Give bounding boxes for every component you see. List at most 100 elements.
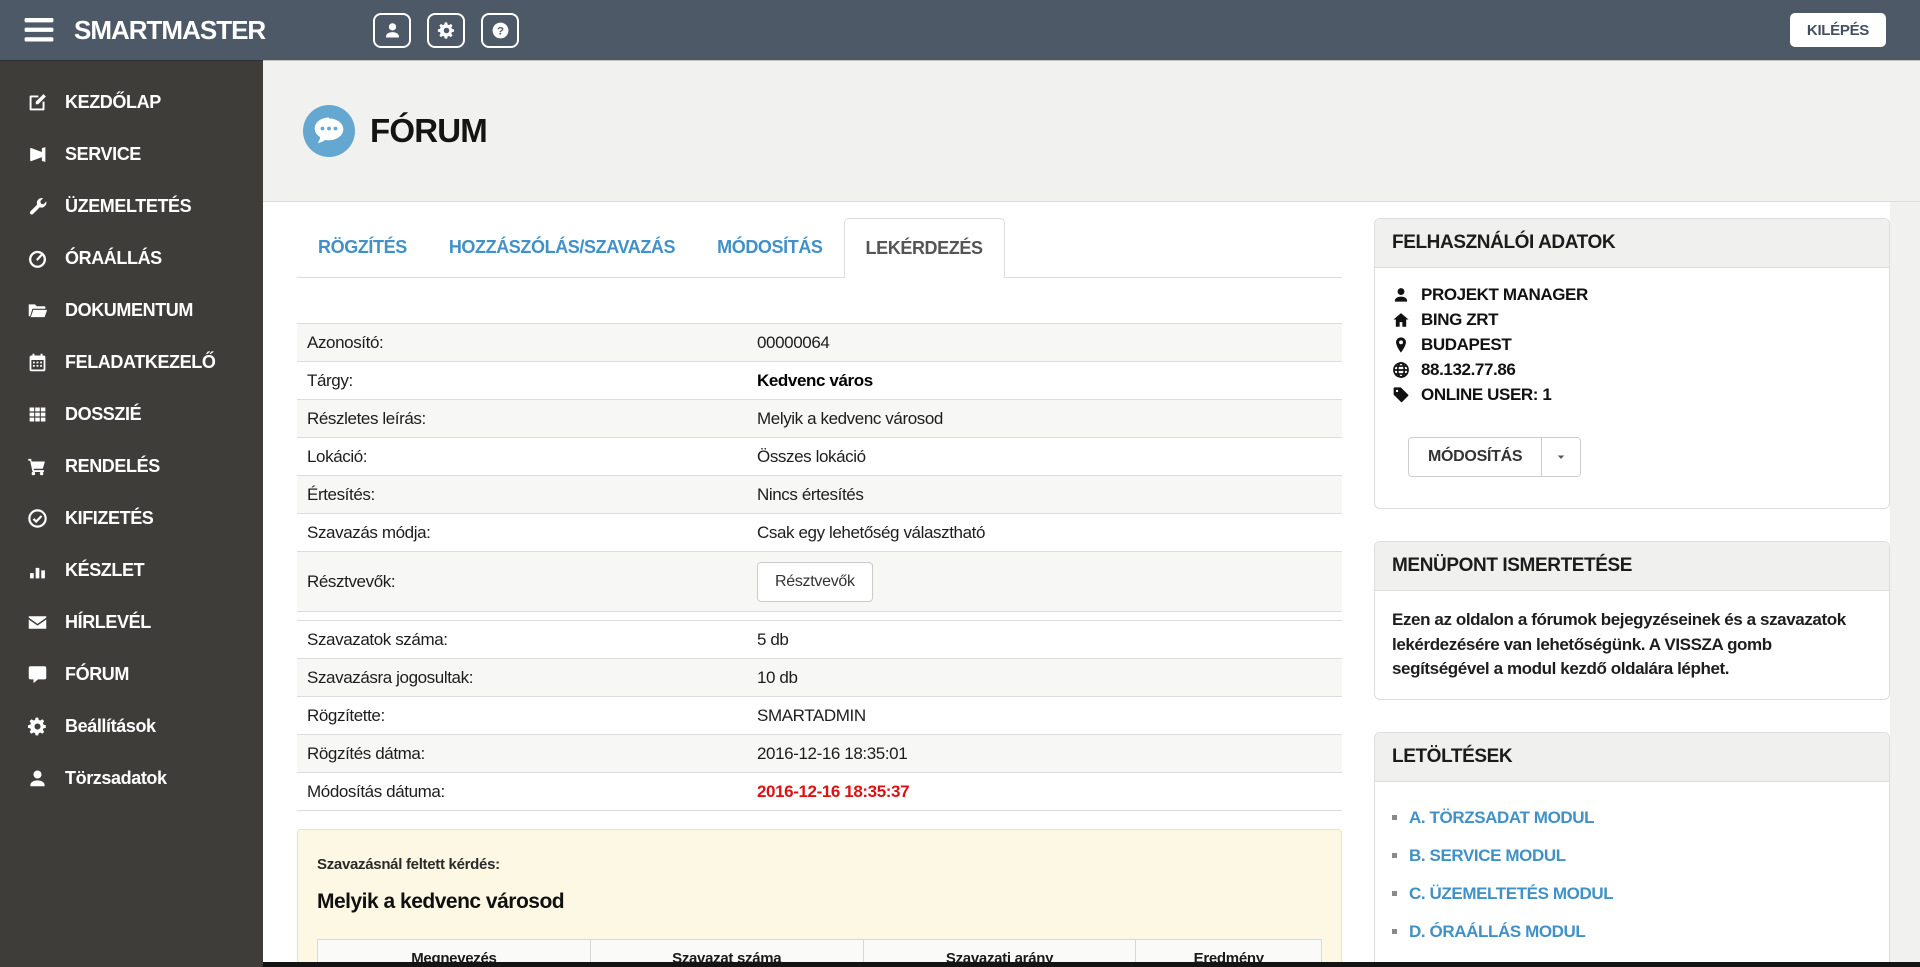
row-value: Nincs értesítés: [757, 484, 864, 504]
modify-split-button: MÓDOSÍTÁS: [1408, 437, 1582, 477]
forum-meta-table: Szavazatok száma: 5 db Szavazásra jogosu…: [297, 620, 1342, 811]
row-value: 00000064: [757, 332, 830, 352]
main-content: RÖGZÍTÉS HOZZÁSZÓLÁS/SZAVAZÁS MÓDOSÍTÁS …: [263, 202, 1890, 967]
sidebar-item-dosszie[interactable]: DOSSZIÉ: [0, 388, 263, 440]
download-link-label[interactable]: A. TÖRZSADAT MODUL: [1409, 808, 1595, 828]
caret-down-icon: [1554, 450, 1568, 464]
forum-chat-icon: [303, 104, 355, 157]
sidebar-item-kezdolap[interactable]: KEZDŐLAP: [0, 76, 263, 128]
downloads-panel: LETÖLTÉSEK A. TÖRZSADAT MODUL B. SERVICE…: [1374, 731, 1890, 967]
sidebar-item-forum[interactable]: FÓRUM: [0, 648, 263, 700]
sidebar-item-dokumentum[interactable]: DOKUMENTUM: [0, 284, 263, 336]
sidebar-item-label: KEZDŐLAP: [65, 91, 161, 112]
row-value: 2016-12-16 18:35:01: [757, 743, 908, 763]
map-marker-icon: [1392, 336, 1410, 354]
sidebar-item-hirlevel[interactable]: HÍRLEVÉL: [0, 596, 263, 648]
row-label: Lokáció:: [307, 446, 368, 466]
user-data-panel: FELHASZNÁLÓI ADATOK PROJEKT MANAGER BING…: [1374, 218, 1890, 509]
bullet-icon: [1392, 929, 1397, 935]
app-brand: SMARTMASTER: [74, 14, 266, 45]
modify-dropdown-toggle[interactable]: [1542, 438, 1581, 476]
forum-details-table: Azonosító: 00000064 Tárgy: Kedvenc város…: [297, 323, 1342, 612]
download-link-uzemeltetes[interactable]: C. ÜZEMELTETÉS MODUL: [1392, 875, 1872, 913]
tab-lekerdezes[interactable]: LEKÉRDEZÉS: [843, 218, 1005, 278]
user-data-panel-title: FELHASZNÁLÓI ADATOK: [1375, 219, 1889, 268]
sidebar-item-feladatkezelo[interactable]: FELADATKEZELŐ: [0, 336, 263, 388]
sidebar-item-rendeles[interactable]: RENDELÉS: [0, 440, 263, 492]
download-link-service[interactable]: B. SERVICE MODUL: [1392, 837, 1872, 875]
user-role-line: PROJEKT MANAGER: [1392, 285, 1872, 305]
online-users-line: ONLINE USER: 1: [1392, 385, 1872, 405]
pencil-icon: [27, 92, 48, 113]
logout-button[interactable]: KILÉPÉS: [1789, 13, 1886, 47]
row-label: Szavazás módja:: [307, 522, 431, 542]
downloads-panel-title: LETÖLTÉSEK: [1375, 732, 1889, 782]
participants-button[interactable]: Résztvevők: [757, 561, 873, 602]
user-ip: 88.132.77.86: [1421, 360, 1516, 379]
page-title: FÓRUM: [370, 111, 488, 149]
user-city-line: BUDAPEST: [1392, 335, 1872, 355]
download-link-label[interactable]: C. ÜZEMELTETÉS MODUL: [1409, 884, 1614, 904]
sidebar-item-kifizetes[interactable]: KIFIZETÉS: [0, 492, 263, 544]
menu-info-panel-title: MENÜPONT ISMERTETÉSE: [1375, 542, 1889, 591]
table-row: Szavazásra jogosultak: 10 db: [297, 659, 1342, 697]
row-label: Tárgy:: [307, 370, 353, 390]
download-link-label[interactable]: D. ÓRAÁLLÁS MODUL: [1409, 922, 1586, 942]
tab-hozzaszolas-szavazas[interactable]: HOZZÁSZÓLÁS/SZAVAZÁS: [428, 218, 696, 277]
sidebar-item-beallitasok[interactable]: Beállítások: [0, 700, 263, 752]
download-link-torzsadat[interactable]: A. TÖRZSADAT MODUL: [1392, 799, 1872, 837]
tab-bar: RÖGZÍTÉS HOZZÁSZÓLÁS/SZAVAZÁS MÓDOSÍTÁS …: [297, 218, 1342, 278]
envelope-icon: [27, 612, 48, 633]
globe-icon: [1392, 361, 1410, 379]
sidebar-item-label: SERVICE: [65, 143, 141, 164]
row-label: Módosítás dátuma:: [307, 781, 445, 801]
table-row: Tárgy: Kedvenc város: [297, 362, 1342, 400]
calendar-icon: [27, 352, 48, 373]
settings-button[interactable]: [427, 12, 466, 48]
sidebar-item-label: ÓRAÁLLÁS: [65, 247, 162, 268]
user-icon: [383, 21, 402, 40]
row-value: Melyik a kedvenc városod: [757, 408, 943, 428]
table-row: Lokáció: Összes lokáció: [297, 438, 1342, 476]
download-link-oraallas[interactable]: D. ÓRAÁLLÁS MODUL: [1392, 913, 1872, 951]
gear-icon: [27, 716, 48, 737]
user-icon: [1392, 286, 1410, 304]
bullet-icon: [1392, 891, 1397, 897]
row-label: Résztvevők:: [307, 571, 396, 591]
tab-rogzites[interactable]: RÖGZÍTÉS: [297, 218, 428, 277]
bottom-cutoff-band: [263, 962, 1920, 967]
folder-icon: [27, 300, 48, 321]
top-bar: SMARTMASTER ? KILÉPÉS: [0, 0, 1920, 60]
sidebar-item-uzemeltetes[interactable]: ÜZEMELTETÉS: [0, 180, 263, 232]
row-label: Értesítés:: [307, 484, 375, 504]
sidebar-nav: KEZDŐLAP SERVICE ÜZEMELTETÉS ÓRAÁLLÁS DO…: [0, 60, 263, 967]
page-header: FÓRUM: [263, 60, 1920, 202]
table-row: Résztvevők: Résztvevők: [297, 552, 1342, 612]
modify-button[interactable]: MÓDOSÍTÁS: [1409, 438, 1543, 476]
sidebar-item-keszlet[interactable]: KÉSZLET: [0, 544, 263, 596]
row-value: Csak egy lehetőség választható: [757, 522, 986, 542]
tab-modositas[interactable]: MÓDOSÍTÁS: [696, 218, 843, 277]
bullet-icon: [1392, 815, 1397, 821]
sidebar-item-oraallas[interactable]: ÓRAÁLLÁS: [0, 232, 263, 284]
table-row: Azonosító: 00000064: [297, 324, 1342, 362]
table-row: Módosítás dátuma: 2016-12-16 18:35:37: [297, 773, 1342, 811]
user-company: BING ZRT: [1421, 310, 1499, 329]
sidebar-item-torzsadatok[interactable]: Törzsadatok: [0, 752, 263, 804]
row-value: Összes lokáció: [757, 446, 866, 466]
sidebar-item-label: Törzsadatok: [65, 767, 167, 788]
table-row: Rögzítette: SMARTADMIN: [297, 697, 1342, 735]
tags-icon: [1392, 386, 1410, 404]
menu-info-text: Ezen az oldalon a fórumok bejegyzéseinek…: [1392, 610, 1846, 679]
sidebar-item-label: KÉSZLET: [65, 559, 145, 580]
help-button[interactable]: ?: [481, 12, 520, 48]
row-label: Rögzítés dátma:: [307, 743, 425, 763]
download-link-label[interactable]: B. SERVICE MODUL: [1409, 846, 1566, 866]
profile-button[interactable]: [373, 12, 412, 48]
question-icon: ?: [491, 21, 510, 40]
sidebar-item-service[interactable]: SERVICE: [0, 128, 263, 180]
sidebar-item-label: RENDELÉS: [65, 455, 160, 476]
bullhorn-icon: [27, 144, 48, 165]
sidebar-item-label: HÍRLEVÉL: [65, 611, 151, 632]
hamburger-menu-icon[interactable]: [24, 18, 54, 42]
